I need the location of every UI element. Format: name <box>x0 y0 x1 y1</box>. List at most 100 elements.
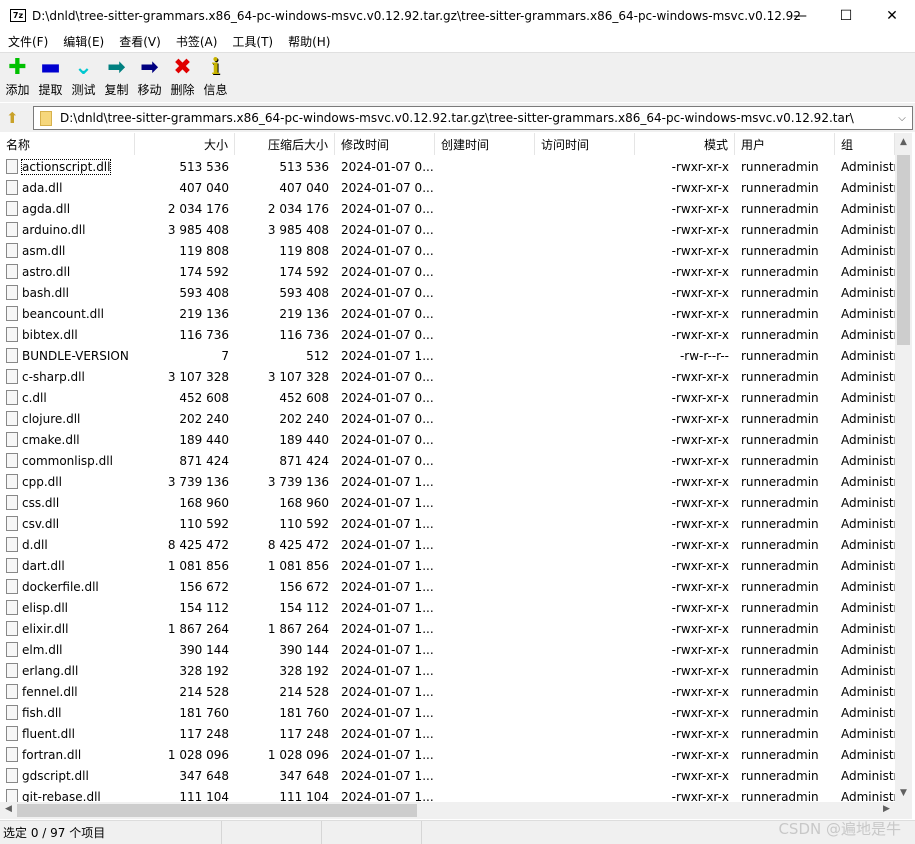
table-row[interactable]: bibtex.dll 116 736 116 736 2024-01-07 0... -… <box>0 324 895 345</box>
menu-item[interactable]: 书签(A) <box>168 33 225 50</box>
table-row[interactable]: ada.dll 407 040 407 040 2024-01-07 0... -rwx… <box>0 177 895 198</box>
file-name[interactable]: dockerfile.dll <box>22 580 99 594</box>
toolbar-button-4[interactable]: ➡ 移动 <box>134 53 165 102</box>
close-button[interactable]: ✕ <box>869 0 915 31</box>
table-row[interactable]: dart.dll 1 081 856 1 081 856 2024-01-07 1..… <box>0 555 895 576</box>
table-row[interactable]: asm.dll 119 808 119 808 2024-01-07 0... -rwx… <box>0 240 895 261</box>
table-row[interactable]: astro.dll 174 592 174 592 2024-01-07 0... -r… <box>0 261 895 282</box>
column-header[interactable]: 用户 <box>735 133 835 155</box>
file-name[interactable]: git-rebase.dll <box>22 790 101 803</box>
scroll-right-icon[interactable]: ▶ <box>878 804 895 814</box>
table-row[interactable]: elm.dll 390 144 390 144 2024-01-07 1... -rwx… <box>0 639 895 660</box>
table-row[interactable]: css.dll 168 960 168 960 2024-01-07 1... -rwx… <box>0 492 895 513</box>
toolbar-button-3[interactable]: ➡ 复制 <box>101 53 132 102</box>
horizontal-scrollbar[interactable]: ◀ ▶ <box>0 802 912 819</box>
file-name[interactable]: elm.dll <box>22 643 63 657</box>
file-name[interactable]: agda.dll <box>22 202 70 216</box>
table-row[interactable]: fortran.dll 1 028 096 1 028 096 2024-01-07 … <box>0 744 895 765</box>
table-row[interactable]: agda.dll 2 034 176 2 034 176 2024-01-07 0..… <box>0 198 895 219</box>
up-folder-button[interactable]: ⬆ <box>6 109 19 127</box>
column-header[interactable]: 压缩后大小 <box>235 133 335 155</box>
file-name[interactable]: cpp.dll <box>22 475 62 489</box>
table-row[interactable]: gdscript.dll 347 648 347 648 2024-01-07 1..… <box>0 765 895 786</box>
file-name[interactable]: fortran.dll <box>22 748 81 762</box>
file-name[interactable]: csv.dll <box>22 517 59 531</box>
table-row[interactable]: arduino.dll 3 985 408 3 985 408 2024-01-07 … <box>0 219 895 240</box>
file-name[interactable]: fish.dll <box>22 706 62 720</box>
file-name[interactable]: erlang.dll <box>22 664 78 678</box>
file-name[interactable]: elisp.dll <box>22 601 68 615</box>
menu-item[interactable]: 查看(V) <box>111 33 168 50</box>
file-name[interactable]: astro.dll <box>22 265 70 279</box>
toolbar-button-1[interactable]: ▬ 提取 <box>35 53 66 102</box>
table-cell: 1 081 856 <box>267 558 329 573</box>
file-name[interactable]: elixir.dll <box>22 622 68 636</box>
file-name[interactable]: actionscript.dll <box>20 158 112 175</box>
table-row[interactable]: clojure.dll 202 240 202 240 2024-01-07 0...… <box>0 408 895 429</box>
column-header[interactable]: 创建时间 <box>435 133 535 155</box>
column-header[interactable]: 名称 <box>0 133 135 155</box>
scroll-down-icon[interactable]: ▼ <box>895 788 912 798</box>
file-name[interactable]: fennel.dll <box>22 685 78 699</box>
table-row[interactable]: BUNDLE-VERSION 7 512 2024-01-07 1... -rw-r--… <box>0 345 895 366</box>
file-name[interactable]: bash.dll <box>22 286 69 300</box>
table-row[interactable]: erlang.dll 328 192 328 192 2024-01-07 1... -… <box>0 660 895 681</box>
column-header[interactable]: 模式 <box>635 133 735 155</box>
vertical-scroll-thumb[interactable] <box>897 155 910 345</box>
table-row[interactable]: git-rebase.dll 111 104 111 104 2024-01-07 1… <box>0 786 895 802</box>
file-name[interactable]: clojure.dll <box>22 412 80 426</box>
scroll-up-icon[interactable]: ▲ <box>895 137 912 147</box>
minimize-button[interactable]: — <box>777 0 823 31</box>
column-header[interactable]: 大小 <box>135 133 235 155</box>
table-row[interactable]: csv.dll 110 592 110 592 2024-01-07 1... -rwx… <box>0 513 895 534</box>
table-row[interactable]: actionscript.dll 513 536 513 536 2024-01-07… <box>0 156 895 177</box>
file-name[interactable]: beancount.dll <box>22 307 104 321</box>
file-name[interactable]: c-sharp.dll <box>22 370 85 384</box>
column-header[interactable]: 访问时间 <box>535 133 635 155</box>
address-path[interactable]: D:\dnld\tree-sitter-grammars.x86_64-pc-w… <box>60 111 892 125</box>
toolbar-button-0[interactable]: ✚ 添加 <box>2 53 33 102</box>
file-name[interactable]: dart.dll <box>22 559 65 573</box>
menu-item[interactable]: 编辑(E) <box>55 33 111 50</box>
table-row[interactable]: cpp.dll 3 739 136 3 739 136 2024-01-07 1...… <box>0 471 895 492</box>
table-row[interactable]: elixir.dll 1 867 264 1 867 264 2024-01-07 1… <box>0 618 895 639</box>
toolbar-button-2[interactable]: ⌄ 测试 <box>68 53 99 102</box>
maximize-button[interactable]: ☐ <box>823 0 869 31</box>
table-row[interactable]: beancount.dll 219 136 219 136 2024-01-07 0.… <box>0 303 895 324</box>
table-row[interactable]: commonlisp.dll 871 424 871 424 2024-01-07 0… <box>0 450 895 471</box>
file-name[interactable]: asm.dll <box>22 244 65 258</box>
table-row[interactable]: c-sharp.dll 3 107 328 3 107 328 2024-01-07 … <box>0 366 895 387</box>
file-name[interactable]: bibtex.dll <box>22 328 78 342</box>
table-row[interactable]: fennel.dll 214 528 214 528 2024-01-07 1... -… <box>0 681 895 702</box>
chevron-down-icon[interactable]: ⌵ <box>892 113 912 124</box>
table-row[interactable]: cmake.dll 189 440 189 440 2024-01-07 0... -r… <box>0 429 895 450</box>
table-row[interactable]: c.dll 452 608 452 608 2024-01-07 0... -rwxr-… <box>0 387 895 408</box>
table-row[interactable]: fluent.dll 117 248 117 248 2024-01-07 1... -… <box>0 723 895 744</box>
file-name[interactable]: gdscript.dll <box>22 769 89 783</box>
table-row[interactable]: bash.dll 593 408 593 408 2024-01-07 0... -rw… <box>0 282 895 303</box>
file-name[interactable]: cmake.dll <box>22 433 80 447</box>
file-name[interactable]: c.dll <box>22 391 47 405</box>
column-header[interactable]: 修改时间 <box>335 133 435 155</box>
file-name[interactable]: BUNDLE-VERSION <box>22 349 129 363</box>
table-row[interactable]: elisp.dll 154 112 154 112 2024-01-07 1... -r… <box>0 597 895 618</box>
menu-item[interactable]: 帮助(H) <box>280 33 337 50</box>
file-name[interactable]: fluent.dll <box>22 727 75 741</box>
toolbar-button-5[interactable]: ✖ 删除 <box>167 53 198 102</box>
column-header[interactable]: 组 <box>835 133 895 155</box>
vertical-scrollbar[interactable]: ▲ ▼ <box>895 133 912 802</box>
file-name[interactable]: arduino.dll <box>22 223 85 237</box>
menu-item[interactable]: 文件(F) <box>0 33 55 50</box>
toolbar-button-6[interactable]: i 信息 <box>200 53 231 102</box>
file-name[interactable]: css.dll <box>22 496 59 510</box>
address-input[interactable]: D:\dnld\tree-sitter-grammars.x86_64-pc-w… <box>33 106 913 130</box>
file-name[interactable]: d.dll <box>22 538 48 552</box>
table-row[interactable]: d.dll 8 425 472 8 425 472 2024-01-07 1... -r… <box>0 534 895 555</box>
file-name[interactable]: ada.dll <box>22 181 62 195</box>
table-row[interactable]: dockerfile.dll 156 672 156 672 2024-01-07 1… <box>0 576 895 597</box>
scroll-left-icon[interactable]: ◀ <box>0 804 17 814</box>
horizontal-scroll-thumb[interactable] <box>17 804 417 817</box>
table-row[interactable]: fish.dll 181 760 181 760 2024-01-07 1... -rw… <box>0 702 895 723</box>
menu-item[interactable]: 工具(T) <box>224 33 280 50</box>
file-name[interactable]: commonlisp.dll <box>22 454 113 468</box>
